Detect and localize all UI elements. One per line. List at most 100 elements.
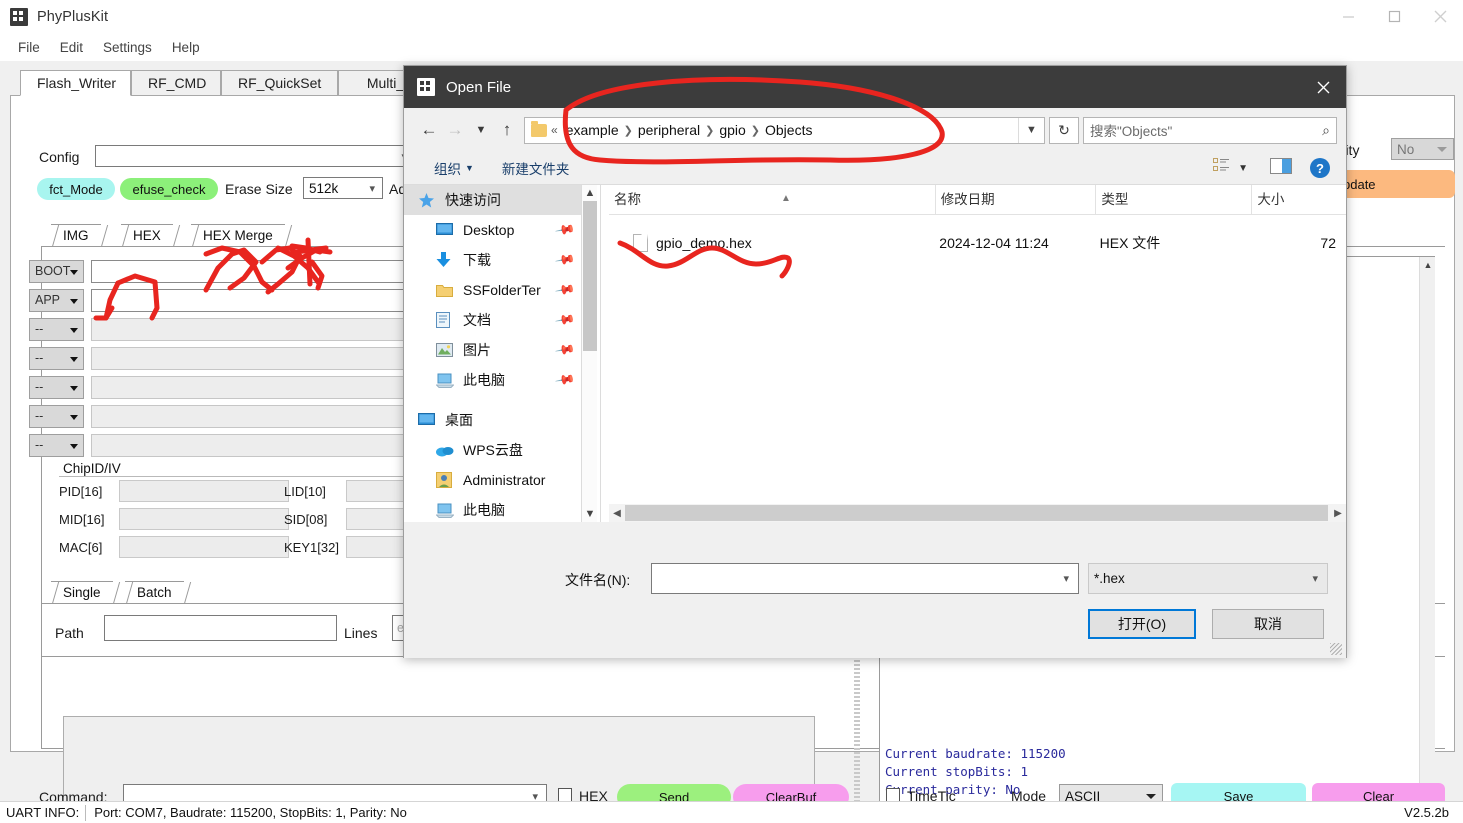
inner-tab-img[interactable]: IMG (43, 224, 108, 247)
list-view-icon[interactable] (1213, 158, 1230, 178)
sidebar-item-desktop[interactable]: Desktop 📌 (404, 215, 581, 245)
menu-help[interactable]: Help (162, 37, 210, 58)
pin-icon[interactable]: 📌 (554, 309, 576, 331)
refresh-icon[interactable]: ↻ (1049, 116, 1079, 144)
sidebar-item-administrator[interactable]: Administrator (404, 465, 581, 495)
mid-input[interactable] (119, 508, 289, 530)
menu-file[interactable]: File (8, 37, 50, 58)
tab-flash-writer[interactable]: Flash_Writer (20, 70, 131, 96)
erase-size-combo[interactable]: 512k ▾ (303, 177, 383, 199)
hex-row-type-select[interactable]: -- (29, 376, 84, 399)
update-button[interactable]: pdate (1329, 170, 1455, 198)
sidebar-item-quick-access[interactable]: 快速访问 (404, 185, 581, 215)
sidebar-label: SSFolderTer (463, 282, 541, 298)
mode-tab-single[interactable]: Single (43, 581, 120, 604)
column-header-name[interactable]: 名称 ▲ (609, 185, 935, 215)
timetic-checkbox[interactable] (886, 788, 900, 802)
close-icon[interactable] (1417, 0, 1463, 33)
breadcrumb-item-objects[interactable]: Objects (761, 122, 816, 138)
sidebar-scrollbar[interactable]: ▲ ▼ (581, 185, 597, 522)
sidebar-item-documents[interactable]: 文档 📌 (404, 305, 581, 335)
pid-label: PID[16] (59, 484, 103, 499)
mode-tab-batch[interactable]: Batch (117, 581, 191, 604)
scroll-up-icon[interactable]: ▲ (1420, 257, 1436, 273)
inner-tab-hex[interactable]: HEX (113, 224, 180, 247)
column-header-size[interactable]: 大小 (1251, 184, 1346, 215)
hex-checkbox[interactable] (558, 788, 572, 802)
mac-input[interactable] (119, 536, 289, 558)
scroll-down-icon[interactable]: ▼ (582, 506, 598, 522)
sidebar-item-pictures[interactable]: 图片 📌 (404, 335, 581, 365)
breadcrumb-item-peripheral[interactable]: peripheral (634, 122, 704, 138)
organize-button[interactable]: 组织 (424, 158, 471, 178)
cancel-button[interactable]: 取消 (1212, 609, 1324, 639)
hex-row-type-select[interactable]: -- (29, 405, 84, 428)
menu-settings[interactable]: Settings (93, 37, 162, 58)
sidebar-item-wps-cloud[interactable]: WPS云盘 (404, 435, 581, 465)
sidebar-item-this-pc-2[interactable]: 此电脑 (404, 495, 581, 522)
column-header-modified[interactable]: 修改日期 (934, 184, 1096, 215)
tab-rf-cmd[interactable]: RF_CMD (131, 70, 221, 96)
fct-mode-toggle[interactable]: fct_Mode (37, 178, 115, 200)
breadcrumb-item-example[interactable]: example (562, 122, 623, 138)
batch-path-input[interactable] (104, 615, 337, 641)
sidebar-item-this-pc[interactable]: 此电脑 📌 (404, 365, 581, 395)
inner-tab-hex-merge[interactable]: HEX Merge (183, 224, 292, 247)
parity-combo[interactable]: No (1391, 138, 1454, 160)
hex-row-type-select[interactable]: -- (29, 347, 84, 370)
pin-icon[interactable]: 📌 (554, 279, 576, 301)
maximize-icon[interactable] (1371, 0, 1417, 33)
pin-icon[interactable]: 📌 (554, 339, 576, 361)
statusbar: UART INFO: Port: COM7, Baudrate: 115200,… (0, 801, 1463, 823)
breadcrumb-item-gpio[interactable]: gpio (715, 122, 749, 138)
sidebar-scroll-thumb[interactable] (583, 201, 597, 351)
dialog-pane-divider[interactable] (600, 185, 601, 522)
chevron-down-icon[interactable]: ▼ (1238, 163, 1248, 174)
menu-edit[interactable]: Edit (50, 37, 93, 58)
open-button[interactable]: 打开(O) (1088, 609, 1196, 639)
close-icon[interactable] (1300, 66, 1346, 108)
resize-grip[interactable] (1330, 643, 1342, 655)
scroll-right-icon[interactable]: ▶ (1330, 508, 1346, 519)
hscroll-thumb[interactable] (625, 505, 1328, 521)
file-row[interactable]: gpio_demo.hex 2024-12-04 11:24 HEX 文件 72 (609, 228, 1346, 258)
minimize-icon[interactable] (1325, 0, 1371, 33)
pid-input[interactable] (119, 480, 289, 502)
pin-icon[interactable]: 📌 (554, 369, 576, 391)
tab-rf-quickset[interactable]: RF_QuickSet (221, 70, 338, 96)
new-folder-button[interactable]: 新建文件夹 (492, 158, 580, 178)
file-filter-combo[interactable]: *.hex ▾ (1088, 563, 1328, 594)
sidebar-item-ssfolderter[interactable]: SSFolderTer 📌 (404, 275, 581, 305)
search-input[interactable]: 搜索"Objects" ⌕ (1083, 116, 1337, 144)
hex-row-type-select[interactable]: -- (29, 434, 84, 457)
sidebar-nav[interactable]: 快速访问 Desktop 📌 下载 📌 SSFolderTer 📌 文档 📌 图… (404, 185, 581, 522)
hex-row-type-select[interactable]: BOOT (29, 260, 84, 283)
sidebar-item-desktop-root[interactable]: 桌面 (404, 405, 581, 435)
arrow-up-icon[interactable]: ↑ (494, 115, 520, 145)
breadcrumb[interactable]: « example ❯ peripheral ❯ gpio ❯ Objects … (524, 116, 1045, 144)
filename-input[interactable]: ▾ (651, 563, 1079, 594)
console-scrollbar[interactable]: ▲ ▼ (1419, 257, 1435, 823)
scroll-left-icon[interactable]: ◀ (609, 508, 625, 519)
config-combo[interactable]: ▾ (95, 145, 416, 167)
breadcrumb-overflow[interactable]: « (551, 123, 558, 137)
chevron-down-icon[interactable]: ▼ (1018, 117, 1044, 143)
help-icon[interactable]: ? (1310, 158, 1330, 178)
column-header-type[interactable]: 类型 (1095, 184, 1251, 215)
chevron-down-icon[interactable]: ▼ (468, 115, 494, 145)
file-list[interactable]: 名称 ▲ 修改日期 类型 大小 gpio_demo.hex 2024-12-04… (609, 184, 1346, 522)
pin-icon[interactable]: 📌 (554, 249, 576, 271)
preview-pane-icon[interactable] (1270, 157, 1292, 179)
arrow-right-icon[interactable]: → (442, 115, 468, 145)
pin-icon[interactable]: 📌 (554, 219, 576, 241)
efuse-check-toggle[interactable]: efuse_check (120, 178, 218, 200)
hex-row-type-select[interactable]: -- (29, 318, 84, 341)
chevron-down-icon[interactable]: ▼ (465, 163, 474, 173)
column-label: 类型 (1101, 191, 1129, 207)
file-list-hscrollbar[interactable]: ◀ ▶ (609, 504, 1346, 522)
hex-row-type-select[interactable]: APP (29, 289, 84, 312)
scroll-up-icon[interactable]: ▲ (582, 185, 598, 201)
hex-row-type-label: APP (35, 293, 61, 307)
arrow-left-icon[interactable]: ← (416, 115, 442, 145)
sidebar-item-downloads[interactable]: 下载 📌 (404, 245, 581, 275)
